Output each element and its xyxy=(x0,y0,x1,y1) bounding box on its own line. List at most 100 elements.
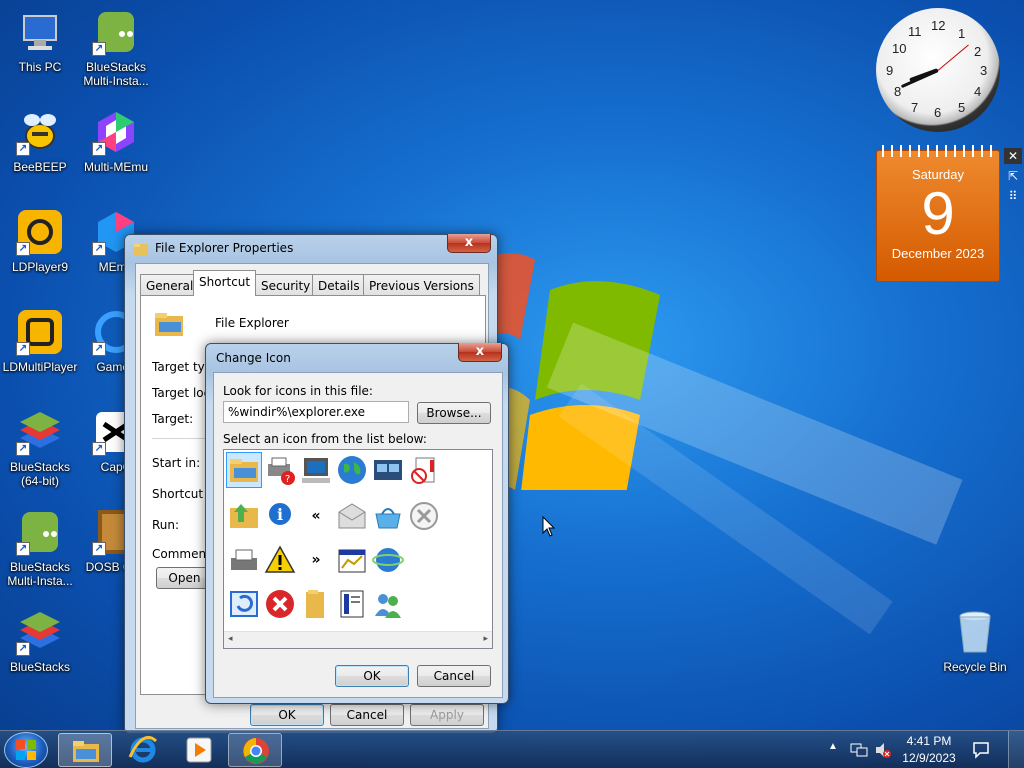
desktop-icon-bluestacks-multi[interactable]: ↗ BlueStacks Multi-Insta... xyxy=(0,508,80,588)
server-document-icon[interactable] xyxy=(334,586,370,622)
media-player-icon xyxy=(186,737,212,763)
shortcut-arrow-icon: ↗ xyxy=(92,542,106,556)
refresh-app-icon[interactable] xyxy=(226,586,262,622)
globe-icon[interactable] xyxy=(334,452,370,488)
window-title: File Explorer Properties xyxy=(155,241,294,255)
shortcut-arrow-icon: ↗ xyxy=(16,142,30,156)
globe-network-icon[interactable] xyxy=(370,542,406,578)
blocked-document-icon[interactable] xyxy=(406,452,442,488)
ok-button[interactable]: OK xyxy=(335,665,409,687)
clock-gadget[interactable]: 12 1 2 3 4 5 6 7 8 9 10 11 xyxy=(876,8,1000,132)
calendar-month-year: December 2023 xyxy=(891,246,985,261)
clock-second-hand xyxy=(937,44,969,71)
shopping-basket-icon[interactable] xyxy=(370,498,406,534)
cancel-circle-icon[interactable] xyxy=(406,498,442,534)
folder-open-icon[interactable] xyxy=(298,586,334,622)
folder-arrow-icon[interactable] xyxy=(226,498,262,534)
desktop-icon-this-pc[interactable]: This PC xyxy=(0,8,80,74)
desktop-icon-label: Recycle Bin xyxy=(943,660,1007,674)
close-button[interactable]: x xyxy=(458,343,502,362)
warning-icon[interactable] xyxy=(262,542,298,578)
icon-list-scrollbar[interactable]: ◂ ▸ xyxy=(224,631,492,648)
tab-previous-versions[interactable]: Previous Versions xyxy=(363,274,480,296)
info-icon[interactable]: i xyxy=(262,498,298,534)
browse-button[interactable]: Browse... xyxy=(417,402,491,424)
clock-number: 4 xyxy=(974,84,982,99)
desktop-icon-ldmultiplayer[interactable]: ↗ LDMultiPlayer xyxy=(0,308,80,374)
desktop-icon-ldplayer9[interactable]: ↗ LDPlayer9 xyxy=(0,208,80,274)
show-hidden-icons-icon[interactable]: ▲ xyxy=(828,741,838,752)
apply-button[interactable]: Apply xyxy=(410,704,484,726)
chevron-right-double-icon[interactable]: » xyxy=(298,542,334,578)
action-center-icon[interactable] xyxy=(972,741,990,759)
volume-muted-icon[interactable] xyxy=(874,741,892,759)
select-icon-label: Select an icon from the list below: xyxy=(223,432,427,446)
icon-file-path-input[interactable]: %windir%\explorer.exe xyxy=(223,401,409,423)
desktop-icon-bluestacks[interactable]: ↗ BlueStacks xyxy=(0,608,80,674)
desktop-icon-label: BlueStacks Multi-Insta... xyxy=(7,560,73,588)
desktop-icon-label: BeeBEEP xyxy=(13,160,67,174)
clock-number: 11 xyxy=(908,24,922,39)
network-icon[interactable] xyxy=(850,741,868,759)
look-for-icons-label: Look for icons in this file: xyxy=(223,384,373,398)
close-button[interactable]: x xyxy=(447,234,491,253)
scroll-left-icon[interactable]: ◂ xyxy=(228,634,233,644)
printer-help-icon[interactable]: ? xyxy=(262,452,298,488)
shortcut-arrow-icon: ↗ xyxy=(16,242,30,256)
taskbar-media-player[interactable] xyxy=(172,733,226,767)
tab-security[interactable]: Security xyxy=(255,274,317,296)
users-icon[interactable] xyxy=(370,586,406,622)
mouse-cursor-icon xyxy=(542,516,556,537)
taskbar-time[interactable]: 4:41 PM xyxy=(905,734,953,748)
taskbar-internet-explorer[interactable] xyxy=(116,733,170,767)
shortcut-arrow-icon: ↗ xyxy=(92,142,106,156)
tab-details[interactable]: Details xyxy=(312,274,366,296)
cancel-button[interactable]: Cancel xyxy=(330,704,404,726)
mail-icon[interactable] xyxy=(334,498,370,534)
desktop-icon-label: LDPlayer9 xyxy=(11,260,69,274)
clock-number: 8 xyxy=(894,84,902,99)
printer-icon[interactable] xyxy=(226,542,262,578)
clock-number: 9 xyxy=(886,63,894,78)
change-icon-body: Look for icons in this file: %windir%\ex… xyxy=(213,372,503,698)
desktop-icon-bluestacks-64[interactable]: ↗ BlueStacks (64-bit) xyxy=(0,408,80,488)
desktop-icon-bluestacks-multi-2[interactable]: ↗ BlueStacks Multi-Insta... xyxy=(76,8,156,88)
gadget-drag-handle-icon[interactable]: ⠿ xyxy=(1004,188,1022,204)
tab-shortcut[interactable]: Shortcut xyxy=(193,270,257,296)
taskbar-chrome[interactable] xyxy=(228,733,282,767)
recycle-bin-icon xyxy=(959,611,991,653)
shortcut-app-icon xyxy=(134,244,148,255)
shortcut-arrow-icon: ↗ xyxy=(92,342,106,356)
show-desktop-button[interactable] xyxy=(1008,731,1024,768)
folder-icon[interactable] xyxy=(226,452,262,488)
file-explorer-icon xyxy=(155,313,183,336)
desktop-icon-multi-memu[interactable]: ↗ Multi-MEmu xyxy=(76,108,156,174)
start-in-label: Start in: xyxy=(152,456,201,470)
separator xyxy=(152,438,212,439)
chart-window-icon[interactable] xyxy=(334,542,370,578)
desktop-icon-beebeep[interactable]: ↗ BeeBEEP xyxy=(0,108,80,174)
clock-number: 2 xyxy=(974,44,982,59)
clock-number: 7 xyxy=(911,100,919,115)
run-label: Run: xyxy=(152,518,180,532)
gadget-close-icon[interactable]: ✕ xyxy=(1004,148,1022,164)
calendar-gadget[interactable]: Saturday 9 December 2023 xyxy=(876,145,1000,282)
taskbar-file-explorer[interactable] xyxy=(58,733,112,767)
tab-general[interactable]: General xyxy=(140,274,200,296)
desktop-icon-recycle-bin[interactable]: Recycle Bin xyxy=(935,608,1015,674)
icon-list[interactable]: ? i « » ◂ ▸ xyxy=(223,449,493,649)
start-button[interactable] xyxy=(4,732,48,768)
network-screens-icon[interactable] xyxy=(370,452,406,488)
cancel-button[interactable]: Cancel xyxy=(417,665,491,687)
scroll-right-icon[interactable]: ▸ xyxy=(483,634,488,644)
chevron-left-double-icon[interactable]: « xyxy=(298,498,334,534)
taskbar-date[interactable]: 12/9/2023 xyxy=(898,751,960,765)
file-explorer-icon xyxy=(73,741,99,762)
change-icon-dialog[interactable]: Change Icon x Look for icons in this fil… xyxy=(205,343,509,704)
computer-icon xyxy=(23,15,57,50)
error-icon[interactable] xyxy=(262,586,298,622)
computer-terminal-icon[interactable] xyxy=(298,452,334,488)
ok-button[interactable]: OK xyxy=(250,704,324,726)
gadget-size-icon[interactable]: ⇱ xyxy=(1004,168,1022,184)
calendar-day: 9 xyxy=(921,180,955,247)
